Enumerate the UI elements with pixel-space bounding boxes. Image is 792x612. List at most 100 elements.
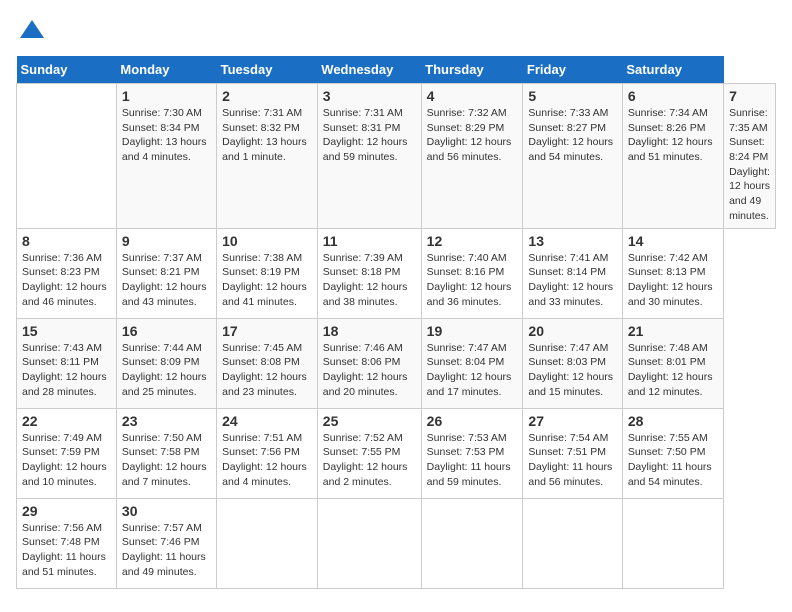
table-row: 27 Sunrise: 7:54 AMSunset: 7:51 PMDayligh… — [523, 408, 622, 498]
day-info: Sunrise: 7:52 AMSunset: 7:55 PMDaylight:… — [323, 432, 408, 488]
logo — [16, 16, 46, 44]
table-row — [622, 498, 723, 588]
table-row: 12Sunrise: 7:40 AMSunset: 8:16 PMDayligh… — [421, 228, 523, 318]
day-number: 17 — [222, 323, 312, 339]
table-row: 8 Sunrise: 7:36 AMSunset: 8:23 PMDaylight… — [17, 228, 117, 318]
table-row: 3 Sunrise: 7:31 AMSunset: 8:31 PMDaylight… — [317, 84, 421, 229]
day-number: 25 — [323, 413, 416, 429]
day-number: 6 — [628, 88, 718, 104]
day-info: Sunrise: 7:49 AMSunset: 7:59 PMDaylight:… — [22, 432, 107, 488]
day-info: Sunrise: 7:57 AMSunset: 7:46 PMDaylight:… — [122, 522, 206, 578]
day-info: Sunrise: 7:35 AMSunset: 8:24 PMDaylight:… — [729, 107, 770, 222]
day-info: Sunrise: 7:37 AMSunset: 8:21 PMDaylight:… — [122, 252, 207, 308]
table-row: 4 Sunrise: 7:32 AMSunset: 8:29 PMDaylight… — [421, 84, 523, 229]
table-row: 30 Sunrise: 7:57 AMSunset: 7:46 PMDayligh… — [116, 498, 216, 588]
table-row: 23 Sunrise: 7:50 AMSunset: 7:58 PMDayligh… — [116, 408, 216, 498]
table-row: 20Sunrise: 7:47 AMSunset: 8:03 PMDayligh… — [523, 318, 622, 408]
day-number: 23 — [122, 413, 211, 429]
day-number: 24 — [222, 413, 312, 429]
day-number: 5 — [528, 88, 616, 104]
day-info: Sunrise: 7:36 AMSunset: 8:23 PMDaylight:… — [22, 252, 107, 308]
table-row: 25 Sunrise: 7:52 AMSunset: 7:55 PMDayligh… — [317, 408, 421, 498]
page-header — [16, 16, 776, 44]
day-info: Sunrise: 7:46 AMSunset: 8:06 PMDaylight:… — [323, 342, 408, 398]
day-number: 13 — [528, 233, 616, 249]
day-info: Sunrise: 7:41 AMSunset: 8:14 PMDaylight:… — [528, 252, 613, 308]
weekday-header-friday: Friday — [523, 56, 622, 84]
table-row — [523, 498, 622, 588]
day-info: Sunrise: 7:31 AMSunset: 8:31 PMDaylight:… — [323, 107, 408, 163]
day-number: 21 — [628, 323, 718, 339]
day-number: 7 — [729, 88, 770, 104]
table-row: 17 Sunrise: 7:45 AMSunset: 8:08 PMDayligh… — [217, 318, 318, 408]
day-number: 15 — [22, 323, 111, 339]
day-number: 26 — [427, 413, 518, 429]
day-number: 11 — [323, 233, 416, 249]
day-number: 1 — [122, 88, 211, 104]
day-info: Sunrise: 7:50 AMSunset: 7:58 PMDaylight:… — [122, 432, 207, 488]
table-row: 10 Sunrise: 7:38 AMSunset: 8:19 PMDayligh… — [217, 228, 318, 318]
day-number: 3 — [323, 88, 416, 104]
day-number: 27 — [528, 413, 616, 429]
day-info: Sunrise: 7:31 AMSunset: 8:32 PMDaylight:… — [222, 107, 307, 163]
table-row: 5Sunrise: 7:33 AMSunset: 8:27 PMDaylight… — [523, 84, 622, 229]
table-row: 26 Sunrise: 7:53 AMSunset: 7:53 PMDayligh… — [421, 408, 523, 498]
weekday-header-monday: Monday — [116, 56, 216, 84]
day-info: Sunrise: 7:55 AMSunset: 7:50 PMDaylight:… — [628, 432, 712, 488]
day-info: Sunrise: 7:32 AMSunset: 8:29 PMDaylight:… — [427, 107, 512, 163]
table-row: 18Sunrise: 7:46 AMSunset: 8:06 PMDayligh… — [317, 318, 421, 408]
table-row: 29 Sunrise: 7:56 AMSunset: 7:48 PMDayligh… — [17, 498, 117, 588]
day-number: 8 — [22, 233, 111, 249]
table-row: 14 Sunrise: 7:42 AMSunset: 8:13 PMDayligh… — [622, 228, 723, 318]
day-info: Sunrise: 7:34 AMSunset: 8:26 PMDaylight:… — [628, 107, 713, 163]
table-row: 13 Sunrise: 7:41 AMSunset: 8:14 PMDayligh… — [523, 228, 622, 318]
day-info: Sunrise: 7:42 AMSunset: 8:13 PMDaylight:… — [628, 252, 713, 308]
day-number: 19 — [427, 323, 518, 339]
weekday-header-thursday: Thursday — [421, 56, 523, 84]
table-row: 19 Sunrise: 7:47 AMSunset: 8:04 PMDayligh… — [421, 318, 523, 408]
day-info: Sunrise: 7:38 AMSunset: 8:19 PMDaylight:… — [222, 252, 307, 308]
day-info: Sunrise: 7:48 AMSunset: 8:01 PMDaylight:… — [628, 342, 713, 398]
weekday-header-wednesday: Wednesday — [317, 56, 421, 84]
day-number: 28 — [628, 413, 718, 429]
day-number: 12 — [427, 233, 518, 249]
day-info: Sunrise: 7:44 AMSunset: 8:09 PMDaylight:… — [122, 342, 207, 398]
table-row — [421, 498, 523, 588]
weekday-header-tuesday: Tuesday — [217, 56, 318, 84]
day-info: Sunrise: 7:45 AMSunset: 8:08 PMDaylight:… — [222, 342, 307, 398]
day-info: Sunrise: 7:51 AMSunset: 7:56 PMDaylight:… — [222, 432, 307, 488]
table-row: 7 Sunrise: 7:35 AMSunset: 8:24 PMDaylight… — [724, 84, 776, 229]
day-number: 2 — [222, 88, 312, 104]
logo-icon — [18, 16, 46, 44]
table-row: 2 Sunrise: 7:31 AMSunset: 8:32 PMDaylight… — [217, 84, 318, 229]
table-row: 24 Sunrise: 7:51 AMSunset: 7:56 PMDayligh… — [217, 408, 318, 498]
day-number: 22 — [22, 413, 111, 429]
day-number: 30 — [122, 503, 211, 519]
day-info: Sunrise: 7:47 AMSunset: 8:04 PMDaylight:… — [427, 342, 512, 398]
table-row — [317, 498, 421, 588]
table-row: 22 Sunrise: 7:49 AMSunset: 7:59 PMDayligh… — [17, 408, 117, 498]
day-info: Sunrise: 7:39 AMSunset: 8:18 PMDaylight:… — [323, 252, 408, 308]
table-row — [217, 498, 318, 588]
day-info: Sunrise: 7:43 AMSunset: 8:11 PMDaylight:… — [22, 342, 107, 398]
table-row: 11 Sunrise: 7:39 AMSunset: 8:18 PMDayligh… — [317, 228, 421, 318]
day-number: 10 — [222, 233, 312, 249]
table-row: 16 Sunrise: 7:44 AMSunset: 8:09 PMDayligh… — [116, 318, 216, 408]
day-info: Sunrise: 7:56 AMSunset: 7:48 PMDaylight:… — [22, 522, 106, 578]
day-number: 16 — [122, 323, 211, 339]
table-row: 9Sunrise: 7:37 AMSunset: 8:21 PMDaylight… — [116, 228, 216, 318]
table-row: 1Sunrise: 7:30 AMSunset: 8:34 PMDaylight… — [116, 84, 216, 229]
table-row: 28 Sunrise: 7:55 AMSunset: 7:50 PMDayligh… — [622, 408, 723, 498]
day-info: Sunrise: 7:53 AMSunset: 7:53 PMDaylight:… — [427, 432, 511, 488]
day-number: 14 — [628, 233, 718, 249]
weekday-header-saturday: Saturday — [622, 56, 723, 84]
weekday-header-sunday: Sunday — [17, 56, 117, 84]
day-info: Sunrise: 7:47 AMSunset: 8:03 PMDaylight:… — [528, 342, 613, 398]
day-number: 29 — [22, 503, 111, 519]
day-info: Sunrise: 7:54 AMSunset: 7:51 PMDaylight:… — [528, 432, 612, 488]
empty-cell — [17, 84, 117, 229]
day-number: 4 — [427, 88, 518, 104]
table-row: 6 Sunrise: 7:34 AMSunset: 8:26 PMDaylight… — [622, 84, 723, 229]
table-row: 15 Sunrise: 7:43 AMSunset: 8:11 PMDayligh… — [17, 318, 117, 408]
calendar-table: SundayMondayTuesdayWednesdayThursdayFrid… — [16, 56, 776, 589]
